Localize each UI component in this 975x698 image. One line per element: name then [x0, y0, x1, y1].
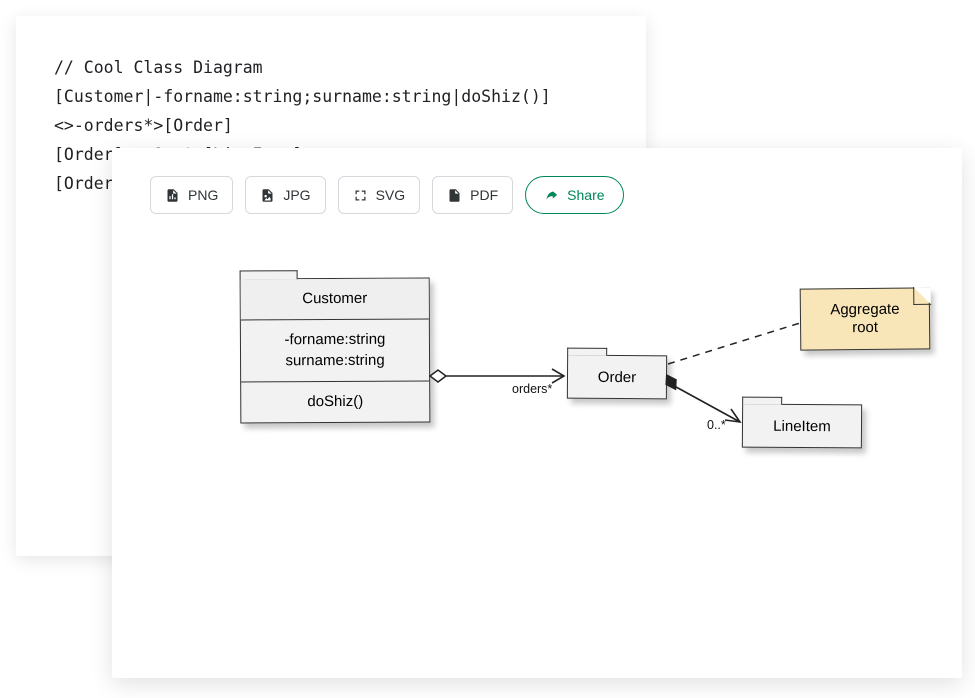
- edge-order-lineitem: [662, 375, 740, 422]
- class-attr: -forname:string: [284, 331, 385, 349]
- edge-label-zero-many: 0..*: [707, 418, 726, 432]
- class-op: doShiz(): [307, 393, 363, 410]
- class-attr: surname:string: [285, 351, 384, 369]
- edge-customer-order: [430, 369, 564, 383]
- diagram-stage: Customer -forname:string surname:string …: [112, 148, 962, 678]
- node-order[interactable]: Order: [567, 355, 667, 400]
- edge-label-orders: orders*: [512, 382, 552, 396]
- note-line: root: [852, 319, 878, 336]
- node-lineitem[interactable]: LineItem: [742, 404, 862, 449]
- note-line: Aggregate: [830, 301, 899, 319]
- class-name: Customer: [302, 290, 367, 307]
- class-name: Order: [598, 368, 636, 385]
- edge-order-note: [668, 323, 800, 364]
- diagram-panel: PNG JPG SVG PDF Share Customer -forname:…: [112, 148, 962, 678]
- node-customer[interactable]: Customer -forname:string surname:string …: [240, 278, 431, 424]
- class-name: LineItem: [773, 417, 831, 434]
- node-aggregate-root-note[interactable]: Aggregate root: [800, 287, 931, 350]
